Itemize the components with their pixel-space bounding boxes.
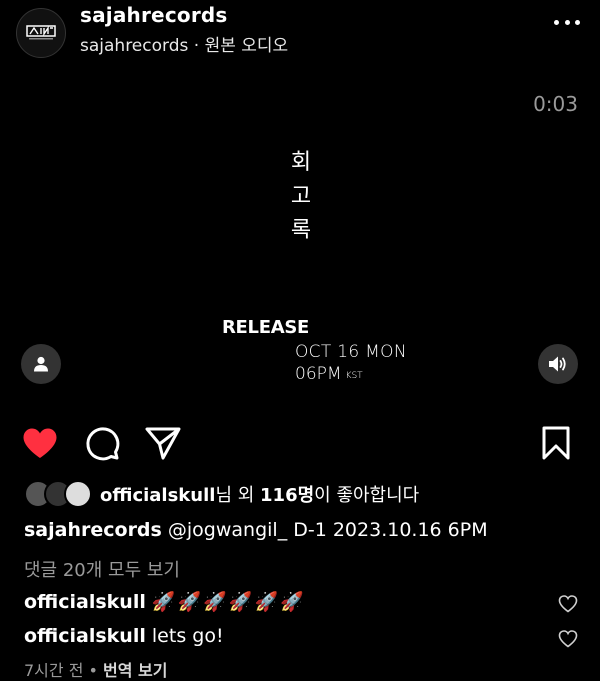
- comment-text: lets go!: [151, 625, 224, 647]
- release-date: OCT 16 MON: [295, 342, 407, 362]
- user-icon: [34, 356, 48, 372]
- avatar: [64, 480, 92, 508]
- post-caption: sajahrecords @jogwangil_ D-1 2023.10.16 …: [24, 519, 488, 541]
- volume-button[interactable]: [538, 344, 578, 384]
- likes-summary[interactable]: officialskull님 외 116명이 좋아합니다: [24, 480, 420, 508]
- heart-icon: [23, 428, 57, 458]
- profile-avatar[interactable]: [16, 8, 66, 58]
- post-username[interactable]: sajahrecords: [80, 3, 228, 27]
- comment-like-icon[interactable]: [558, 594, 578, 614]
- comment-item: officialskull lets go!: [24, 625, 224, 647]
- likes-text-end: 이 좋아합니다: [314, 485, 420, 506]
- release-time-value: 06PM: [295, 364, 342, 384]
- subtitle-separator: ·: [188, 36, 205, 56]
- sajah-logo-icon: [26, 25, 56, 40]
- video-timer: 0:03: [533, 92, 578, 116]
- caption-text: @jogwangil_ D-1 2023.10.16 6PM: [161, 519, 488, 541]
- release-label: RELEASE: [222, 317, 310, 338]
- video-title-vertical: 회 고 록: [289, 146, 313, 248]
- caption-username[interactable]: sajahrecords: [24, 519, 162, 541]
- comment-like-icon[interactable]: [558, 629, 578, 649]
- title-char: 록: [290, 218, 312, 243]
- tagged-users-button[interactable]: [21, 344, 61, 384]
- original-audio-link[interactable]: 원본 오디오: [205, 36, 289, 56]
- timezone-label: KST: [345, 371, 363, 381]
- comment-text: 🚀🚀🚀🚀🚀🚀: [151, 591, 306, 613]
- post-time: 7시간 전: [24, 661, 84, 680]
- meta-separator: •: [83, 661, 104, 680]
- post-header: sajahrecords sajahrecords · 원본 오디오: [0, 0, 600, 66]
- liker-username[interactable]: officialskull: [100, 485, 215, 506]
- post-subtitle: sajahrecords · 원본 오디오: [80, 31, 288, 56]
- like-button[interactable]: [21, 424, 59, 462]
- volume-icon: [549, 356, 566, 372]
- liker-avatars: [24, 480, 92, 508]
- view-all-comments-link[interactable]: 댓글 20개 모두 보기: [24, 556, 180, 582]
- comment-icon: [86, 427, 120, 461]
- post-meta: 7시간 전 • 번역 보기: [24, 657, 168, 681]
- likes-count[interactable]: 116명: [260, 485, 314, 506]
- save-button[interactable]: [537, 424, 575, 462]
- likes-text: 님 외: [215, 485, 261, 506]
- title-char: 고: [290, 184, 312, 209]
- translate-link[interactable]: 번역 보기: [103, 661, 167, 680]
- share-button[interactable]: [144, 424, 182, 462]
- comment-item: officialskull 🚀🚀🚀🚀🚀🚀: [24, 590, 306, 613]
- title-char: 회: [290, 150, 312, 175]
- comment-username[interactable]: officialskull: [24, 625, 146, 647]
- comment-button[interactable]: [83, 424, 121, 462]
- comment-username[interactable]: officialskull: [24, 591, 146, 613]
- more-icon[interactable]: [554, 18, 580, 26]
- action-bar: [0, 402, 600, 480]
- release-time: 06PM KST: [295, 364, 363, 384]
- subtitle-user[interactable]: sajahrecords: [80, 36, 188, 56]
- share-icon: [145, 427, 181, 460]
- video-player[interactable]: 0:03 회 고 록 RELEASE OCT 16 MON 06PM KST: [0, 66, 600, 402]
- bookmark-icon: [542, 426, 570, 460]
